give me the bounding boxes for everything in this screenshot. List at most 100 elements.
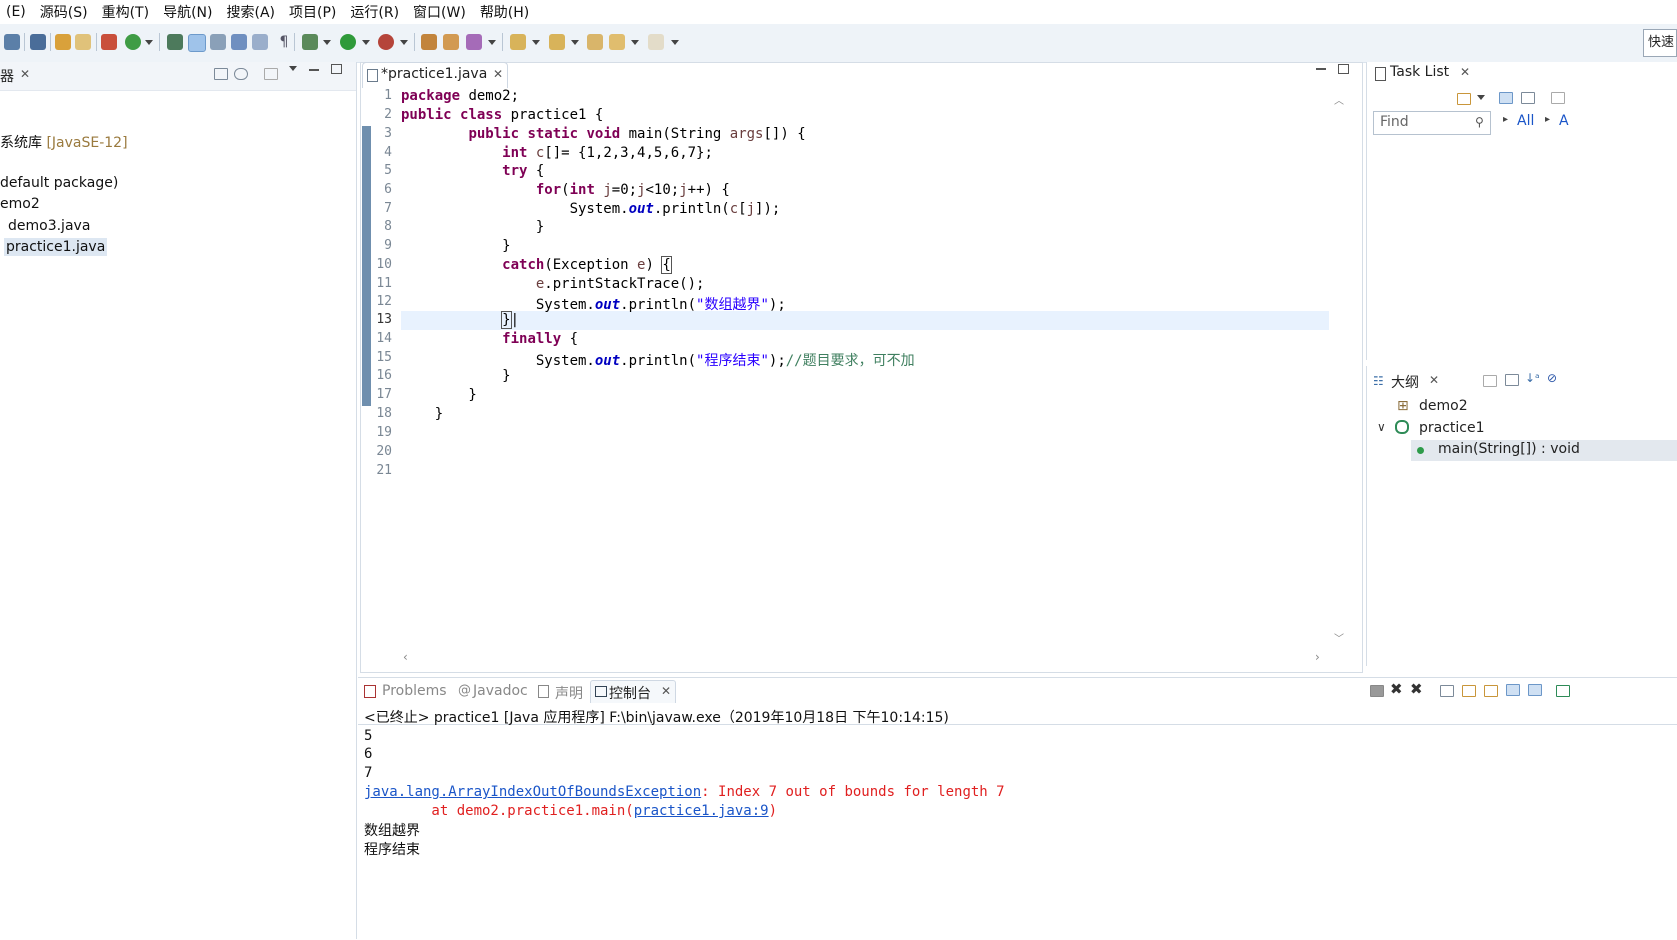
show-on-output-icon[interactable] [1506,684,1520,696]
undo-icon[interactable] [55,34,71,50]
open-console-icon[interactable] [1556,685,1570,697]
close-icon[interactable]: ✕ [493,67,503,81]
clear-console-icon[interactable] [1440,685,1454,697]
task-find-input[interactable]: Find ⚲ [1373,111,1491,135]
chevron-down-icon[interactable] [631,40,639,45]
categorized-icon[interactable] [1499,92,1513,104]
tree-item-jre[interactable]: 系统库 [JavaSE-12] [0,132,128,152]
external-tools-icon[interactable] [378,34,394,50]
outline-item-demo2[interactable]: demo2 [1419,398,1468,414]
pilcrow-icon[interactable]: ¶ [276,34,292,50]
chevron-down-icon[interactable]: ∨ [1377,420,1386,434]
chevron-down-icon[interactable] [1477,95,1485,100]
close-icon[interactable]: ✕ [661,684,671,698]
open-type-icon[interactable] [421,34,437,50]
back-icon[interactable] [609,34,625,50]
tree-item-practice1-java[interactable]: practice1.java [4,238,108,256]
highlight-toggle-icon[interactable] [188,34,206,52]
console-output-line: 7 [364,765,373,781]
hide-fields-icon[interactable]: ⊘ [1547,371,1557,385]
search-icon[interactable] [466,34,482,50]
remove-all-icon[interactable]: ✖ [1410,680,1423,698]
outline-item-practice1[interactable]: practice1 [1419,420,1485,436]
show-on-error-icon[interactable] [1528,684,1542,696]
next-annotation-icon[interactable] [510,34,526,50]
editor-vertical-scrollbar[interactable]: ︿ ﹀ [1331,90,1345,650]
menu-edit[interactable]: (E) [0,4,34,20]
chevron-down-icon[interactable] [400,40,408,45]
exception-class-link[interactable]: java.lang.ArrayIndexOutOfBoundsException [364,784,701,800]
outline-tab[interactable]: 大纲 [1391,372,1419,392]
forward-icon[interactable] [648,34,664,50]
scroll-lock-icon[interactable] [1462,685,1476,697]
minimize-icon[interactable] [1316,68,1326,70]
close-icon[interactable]: ✕ [20,67,30,81]
outline-item-main-selected[interactable]: main(String[]) : void [1411,440,1677,461]
chevron-down-icon[interactable] [323,40,331,45]
new-task-icon[interactable] [1457,93,1471,105]
sort-icon[interactable]: ↓ᵃ [1525,371,1540,385]
tab-problems[interactable]: Problems [382,683,447,699]
view-menu-icon[interactable] [264,68,278,80]
chevron-down-icon[interactable] [671,40,679,45]
menu-project[interactable]: 项目(P) [283,2,344,22]
menu-window[interactable]: 窗口(W) [407,2,474,22]
chevron-down-icon[interactable] [145,40,153,45]
quick-access-input[interactable]: 快速 [1643,29,1677,57]
tree-item-demo3-java[interactable]: demo3.java [8,218,90,234]
link-editor-icon[interactable] [234,68,248,80]
view-menu-icon[interactable] [1551,92,1565,104]
block-select-icon[interactable] [231,34,247,50]
new-window-icon[interactable] [4,34,20,50]
tab-declaration[interactable]: 声明 [555,683,583,703]
close-icon[interactable]: ✕ [1460,65,1470,79]
editor-horizontal-scrollbar[interactable]: ‹ › [401,650,1329,666]
chevron-down-icon[interactable] [532,40,540,45]
show-whitespace-icon[interactable] [252,34,268,50]
maximize-icon[interactable] [331,64,342,74]
chevron-down-icon[interactable] [571,40,579,45]
view-menu-icon[interactable] [1483,375,1497,387]
word-wrap-icon[interactable] [1484,685,1498,697]
menu-run[interactable]: 运行(R) [344,2,407,22]
terminate-icon[interactable] [1370,685,1384,697]
last-edit-icon[interactable] [587,34,603,50]
maximize-icon[interactable] [1338,64,1349,74]
source-location-link[interactable]: practice1.java:9 [634,803,769,819]
package-explorer-tab[interactable]: 器 [0,66,14,86]
tree-item-default-package[interactable]: default package) [0,175,118,191]
menu-search[interactable]: 搜索(A) [220,2,283,22]
chevron-down-icon[interactable] [362,40,370,45]
filter-activate-link[interactable]: A [1559,113,1569,129]
code-line: int c[]= {1,2,3,4,5,6,7}; [502,145,713,161]
task-list-tab[interactable]: Task List [1390,64,1449,80]
tree-item-demo2[interactable]: emo2 [0,196,40,212]
toggle-mark-icon[interactable] [210,34,226,50]
editor-tab-practice1[interactable]: *practice1.java ✕ [362,62,508,88]
menu-navigate[interactable]: 导航(N) [157,2,220,22]
menu-help[interactable]: 帮助(H) [474,2,537,22]
minimize-icon[interactable] [309,69,319,71]
chevron-down-icon[interactable] [488,40,496,45]
prev-annotation-icon[interactable] [549,34,565,50]
menu-refactor[interactable]: 重构(T) [96,2,157,22]
menu-source[interactable]: 源码(S) [34,2,96,22]
tab-console[interactable]: 控制台 ✕ [590,680,676,703]
tab-javadoc[interactable]: Javadoc [473,683,528,699]
code-line: catch(Exception e) { [502,256,672,274]
redo-icon[interactable] [75,34,91,50]
refresh-icon[interactable] [125,34,141,50]
package-icon[interactable] [101,34,117,50]
scheduled-icon[interactable] [1521,92,1535,104]
close-icon[interactable]: ✕ [1429,373,1439,387]
remove-launch-icon[interactable]: ✖ [1390,680,1403,698]
run-icon[interactable] [340,34,356,50]
open-task-icon[interactable] [443,34,459,50]
collapse-all-icon[interactable] [214,68,228,80]
filter-all-link[interactable]: All [1517,113,1534,129]
collapse-all-icon[interactable] [1505,374,1519,386]
chevron-down-icon[interactable] [289,66,297,71]
pin-icon[interactable] [30,34,46,50]
lightbulb-icon[interactable] [167,34,183,50]
debug-icon[interactable] [302,34,318,50]
